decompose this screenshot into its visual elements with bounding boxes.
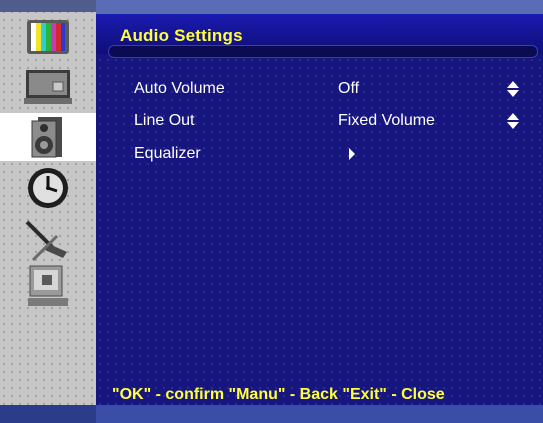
right-arrow-icon[interactable] [348, 147, 356, 161]
speaker-icon [31, 117, 62, 158]
sidebar-bottom-bar [0, 405, 96, 423]
menu-item-label: Equalizer [134, 145, 201, 162]
page-title: Audio Settings [120, 26, 243, 45]
sidebar-item-audio[interactable] [0, 113, 96, 161]
menu-item-label: Line Out [134, 112, 195, 129]
sidebar [0, 0, 96, 423]
up-down-icon[interactable] [506, 112, 520, 130]
menu-item-label: Auto Volume [134, 80, 225, 97]
audio-settings-panel: Audio Settings Auto Volume Off Line Out … [96, 0, 543, 423]
menu-item-equalizer[interactable]: Equalizer [96, 141, 543, 167]
sidebar-item-setup[interactable] [0, 216, 96, 264]
menu-item-auto-volume[interactable]: Auto Volume Off [96, 76, 543, 102]
menu-item-value: Off [338, 80, 360, 97]
sidebar-item-computer[interactable] [0, 262, 96, 310]
sidebar-top-bar [0, 0, 96, 12]
tools-icon [25, 220, 67, 262]
menu-item-line-out[interactable]: Line Out Fixed Volume [96, 108, 543, 134]
title-underline-bar [108, 45, 538, 58]
menu-item-value: Fixed Volume [338, 112, 435, 129]
panel-bottom-bar [96, 405, 543, 423]
sidebar-item-picture[interactable] [0, 14, 96, 62]
sidebar-item-time[interactable] [0, 164, 96, 212]
footer-hint: "OK" - confirm "Manu" - Back "Exit" - Cl… [112, 386, 445, 403]
sidebar-item-pc[interactable] [0, 63, 96, 111]
clock-icon [28, 168, 68, 208]
panel-top-bar [96, 0, 543, 14]
computer-icon [28, 265, 68, 306]
tv-color-bars-icon [27, 20, 69, 54]
pc-monitor-icon [24, 70, 72, 104]
up-down-icon[interactable] [506, 80, 520, 98]
